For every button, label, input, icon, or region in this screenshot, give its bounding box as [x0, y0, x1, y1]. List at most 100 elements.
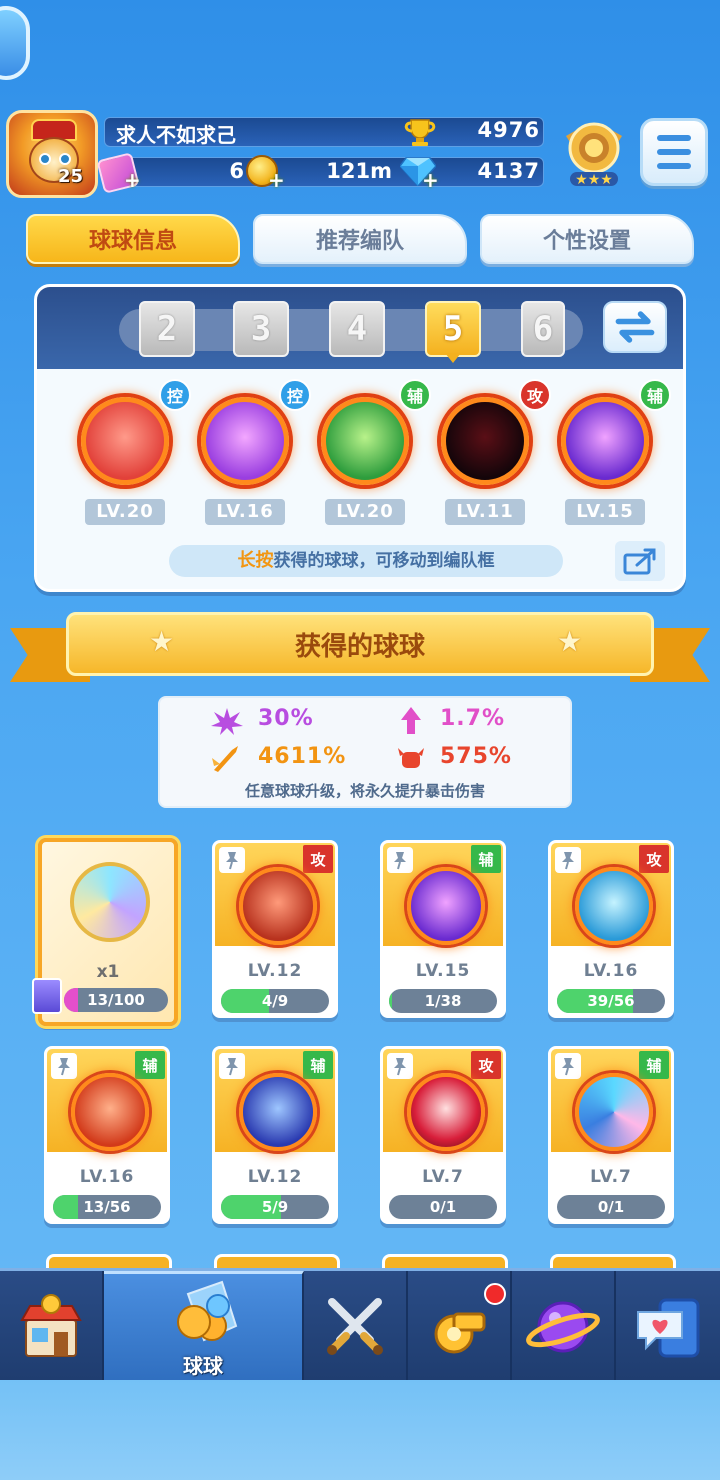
nav-planet[interactable] [512, 1271, 616, 1383]
lightning-ball-icon [407, 867, 485, 945]
svg-text:★★★: ★★★ [575, 172, 613, 188]
team-slot-4[interactable]: 4 [329, 301, 385, 357]
team-member-role: 攻 [519, 379, 551, 411]
nav-social[interactable] [616, 1271, 720, 1383]
gem-plus-icon[interactable]: + [422, 168, 439, 192]
main-menu-button[interactable] [640, 118, 708, 186]
role-tag: 攻 [303, 845, 333, 873]
nav-battle[interactable] [304, 1271, 408, 1383]
corner-menu-button[interactable] [0, 6, 30, 80]
team-member-level: LV.11 [445, 499, 525, 525]
role-tag: 攻 [639, 845, 669, 873]
swap-team-button[interactable] [603, 301, 667, 353]
share-icon[interactable] [615, 541, 665, 581]
planet-icon [526, 1301, 600, 1353]
role-tag: 辅 [303, 1051, 333, 1079]
ball-card[interactable]: 辅 LV.12 5/9 [212, 1046, 338, 1224]
stat-value: 4611% [258, 744, 347, 769]
ball-card[interactable]: 辅 LV.7 0/1 [548, 1046, 674, 1224]
card-level: LV.12 [247, 1167, 303, 1187]
fragment-icon [32, 978, 62, 1014]
card-progress: 1/38 [389, 989, 497, 1013]
ticket-plus-icon[interactable]: + [124, 168, 141, 192]
ball-card[interactable]: 攻 LV.12 4/9 [212, 840, 338, 1018]
card-level: LV.7 [422, 1167, 464, 1187]
gem-count: 4137 [477, 159, 540, 183]
drag-hint: 长按获得的球球，可移动到编队框 [169, 545, 563, 577]
universal-progress: 13/100 [64, 988, 168, 1012]
universal-ball-icon [70, 862, 150, 942]
pin-icon[interactable] [219, 847, 245, 873]
nav-balls[interactable]: 球球 [104, 1271, 304, 1383]
hint-text: 获得的球球，可移动到编队框 [273, 551, 495, 571]
purple-burst-icon [211, 708, 243, 735]
role-tag: 辅 [471, 845, 501, 873]
team-member-level: LV.15 [565, 499, 645, 525]
crit-stats-panel: 30% 1.7% 4611% 575% 任意球球升级，将永久提升暴击伤害 [158, 696, 572, 808]
stats-note: 任意球球升级，将永久提升暴击伤害 [244, 782, 485, 800]
pin-icon[interactable] [387, 847, 413, 873]
stat-value: 575% [440, 744, 512, 769]
card-progress: 0/1 [389, 1195, 497, 1219]
butterfly-ball-icon[interactable] [201, 397, 289, 485]
team-slot-6[interactable]: 6 [521, 301, 565, 357]
card-level: LV.16 [79, 1167, 135, 1187]
nav-whistle[interactable] [408, 1271, 512, 1383]
team-slot-3[interactable]: 3 [233, 301, 289, 357]
venom-ball-icon[interactable] [441, 397, 529, 485]
team-member-role: 控 [279, 379, 311, 411]
tab-recommended-team[interactable]: 推荐编队 [253, 214, 467, 264]
team-slot-5[interactable]: 5 [425, 301, 481, 357]
green-crystal-ball-icon[interactable] [321, 397, 409, 485]
team-slot-2[interactable]: 2 [139, 301, 195, 357]
player-avatar[interactable] [6, 110, 98, 198]
coin-plus-icon[interactable]: + [268, 168, 285, 192]
team-member-level: LV.20 [85, 499, 165, 525]
tab-ball-info[interactable]: 球球信息 [26, 214, 240, 264]
ball-card[interactable]: 攻 LV.16 39/56 [548, 840, 674, 1018]
ball-card[interactable]: 辅 LV.16 13/56 [44, 1046, 170, 1224]
team-member-role: 控 [159, 379, 191, 411]
role-tag: 辅 [135, 1051, 165, 1079]
tab-personal-settings[interactable]: 个性设置 [480, 214, 694, 264]
pin-icon[interactable] [555, 1053, 581, 1079]
star-icon: ★ [149, 625, 175, 658]
shop-icon [20, 1294, 82, 1357]
card-progress: 4/9 [221, 989, 329, 1013]
trophy-count: 4976 [477, 118, 540, 142]
card-progress: 39/56 [557, 989, 665, 1013]
balls-icon [177, 1280, 238, 1342]
card-progress: 0/1 [557, 1195, 665, 1219]
lightning-ball-icon[interactable] [561, 397, 649, 485]
universal-ball-qty: x1 [96, 962, 120, 982]
coin-count: 121m [326, 159, 392, 183]
notification-dot [484, 1283, 506, 1305]
pin-icon[interactable] [555, 847, 581, 873]
collection-title-ribbon: ★ 获得的球球 ★ [66, 612, 654, 676]
stat-value: 1.7% [440, 706, 506, 731]
crossed-swords-icon [327, 1298, 383, 1355]
card-level: LV.16 [583, 961, 639, 981]
red-energy-ball-icon [407, 1073, 485, 1151]
swirl-ball-icon [575, 1073, 653, 1151]
pin-icon[interactable] [51, 1053, 77, 1079]
pin-icon[interactable] [387, 1053, 413, 1079]
universal-ball-card[interactable]: x1 13/100 [32, 838, 178, 1026]
team-member-level: LV.20 [325, 499, 405, 525]
gorilla-ball-icon[interactable] [81, 397, 169, 485]
pink-arrow-icon [401, 707, 421, 734]
team-panel: 2 3 4 5 6 控 LV.20 控 LV.16 辅 LV.20 攻 LV.1… [34, 284, 686, 592]
nav-balls-label: 球球 [183, 1354, 223, 1378]
ball-card[interactable]: 攻 LV.7 0/1 [380, 1046, 506, 1224]
rank-badge-icon[interactable]: ★★★ [560, 118, 628, 190]
card-progress: 5/9 [221, 1195, 329, 1219]
ball-card[interactable]: 辅 LV.15 1/38 [380, 840, 506, 1018]
nav-shop[interactable] [0, 1271, 104, 1383]
role-tag: 辅 [639, 1051, 669, 1079]
wings-ball-icon [71, 1073, 149, 1151]
chat-heart-icon [637, 1298, 700, 1358]
star-icon: ★ [557, 625, 583, 658]
role-tag: 攻 [471, 1051, 501, 1079]
player-name[interactable]: 求人不如求己 [116, 119, 236, 148]
pin-icon[interactable] [219, 1053, 245, 1079]
